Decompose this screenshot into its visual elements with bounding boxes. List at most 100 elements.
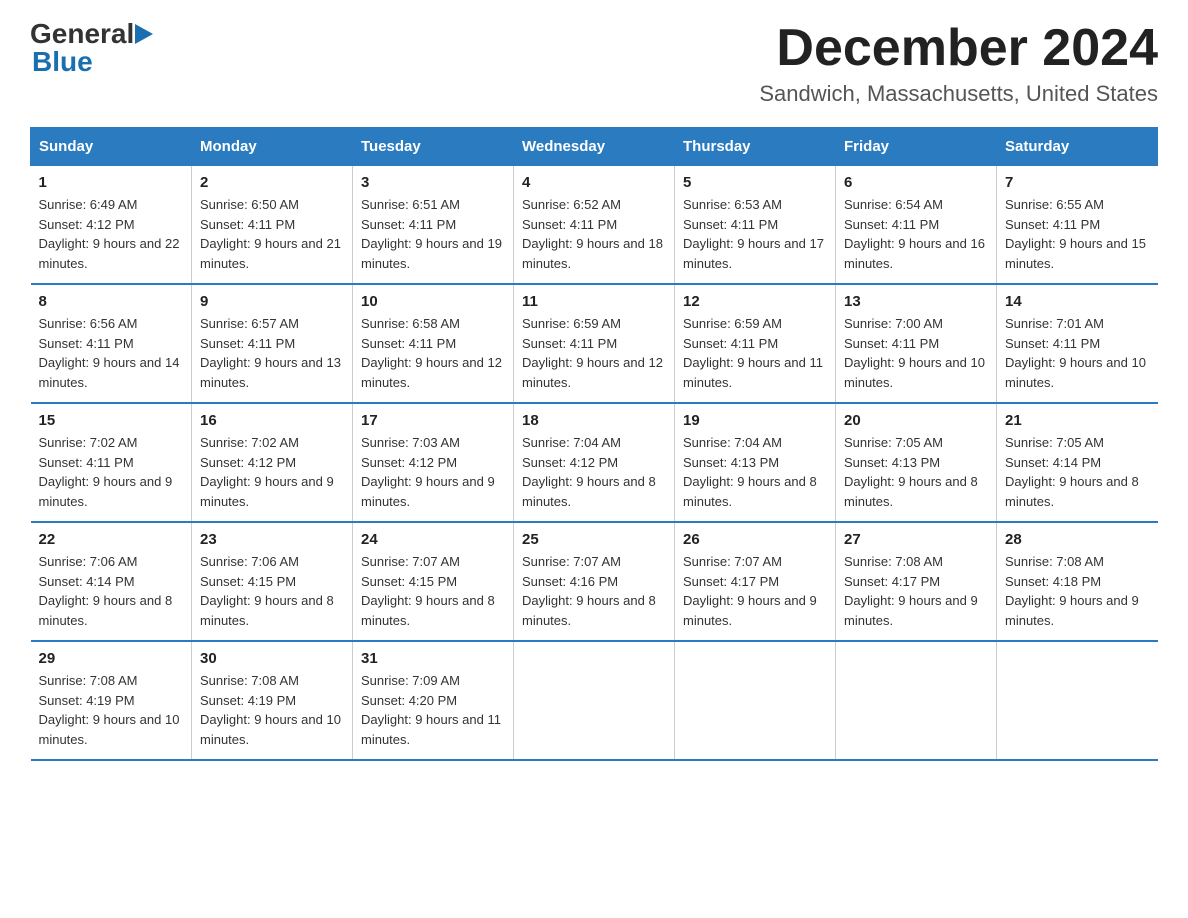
page-header: General Blue December 2024 Sandwich, Mas…	[30, 20, 1158, 107]
day-number: 9	[200, 293, 344, 310]
col-tuesday: Tuesday	[353, 128, 514, 166]
table-row: 10 Sunrise: 6:58 AM Sunset: 4:11 PM Dayl…	[353, 284, 514, 403]
day-info: Sunrise: 6:52 AM Sunset: 4:11 PM Dayligh…	[522, 195, 666, 273]
table-row: 25 Sunrise: 7:07 AM Sunset: 4:16 PM Dayl…	[514, 522, 675, 641]
col-friday: Friday	[836, 128, 997, 166]
day-number: 19	[683, 412, 827, 429]
table-row: 12 Sunrise: 6:59 AM Sunset: 4:11 PM Dayl…	[675, 284, 836, 403]
day-info: Sunrise: 7:09 AM Sunset: 4:20 PM Dayligh…	[361, 671, 505, 749]
col-wednesday: Wednesday	[514, 128, 675, 166]
day-info: Sunrise: 7:05 AM Sunset: 4:14 PM Dayligh…	[1005, 433, 1150, 511]
table-row	[675, 641, 836, 760]
day-number: 28	[1005, 531, 1150, 548]
table-row: 20 Sunrise: 7:05 AM Sunset: 4:13 PM Dayl…	[836, 403, 997, 522]
table-row: 22 Sunrise: 7:06 AM Sunset: 4:14 PM Dayl…	[31, 522, 192, 641]
day-number: 2	[200, 174, 344, 191]
calendar-table: Sunday Monday Tuesday Wednesday Thursday…	[30, 127, 1158, 761]
day-info: Sunrise: 6:50 AM Sunset: 4:11 PM Dayligh…	[200, 195, 344, 273]
day-info: Sunrise: 6:51 AM Sunset: 4:11 PM Dayligh…	[361, 195, 505, 273]
day-info: Sunrise: 7:04 AM Sunset: 4:13 PM Dayligh…	[683, 433, 827, 511]
day-number: 25	[522, 531, 666, 548]
day-number: 29	[39, 650, 184, 667]
day-info: Sunrise: 6:58 AM Sunset: 4:11 PM Dayligh…	[361, 314, 505, 392]
day-info: Sunrise: 7:05 AM Sunset: 4:13 PM Dayligh…	[844, 433, 988, 511]
day-info: Sunrise: 6:57 AM Sunset: 4:11 PM Dayligh…	[200, 314, 344, 392]
day-number: 27	[844, 531, 988, 548]
table-row: 26 Sunrise: 7:07 AM Sunset: 4:17 PM Dayl…	[675, 522, 836, 641]
calendar-week-row: 22 Sunrise: 7:06 AM Sunset: 4:14 PM Dayl…	[31, 522, 1158, 641]
day-info: Sunrise: 6:56 AM Sunset: 4:11 PM Dayligh…	[39, 314, 184, 392]
table-row: 8 Sunrise: 6:56 AM Sunset: 4:11 PM Dayli…	[31, 284, 192, 403]
day-info: Sunrise: 7:03 AM Sunset: 4:12 PM Dayligh…	[361, 433, 505, 511]
table-row: 5 Sunrise: 6:53 AM Sunset: 4:11 PM Dayli…	[675, 166, 836, 285]
day-number: 1	[39, 174, 184, 191]
calendar-header-row: Sunday Monday Tuesday Wednesday Thursday…	[31, 128, 1158, 166]
table-row: 11 Sunrise: 6:59 AM Sunset: 4:11 PM Dayl…	[514, 284, 675, 403]
day-number: 11	[522, 293, 666, 310]
day-info: Sunrise: 6:49 AM Sunset: 4:12 PM Dayligh…	[39, 195, 184, 273]
day-number: 10	[361, 293, 505, 310]
day-number: 13	[844, 293, 988, 310]
day-number: 15	[39, 412, 184, 429]
day-number: 12	[683, 293, 827, 310]
table-row: 3 Sunrise: 6:51 AM Sunset: 4:11 PM Dayli…	[353, 166, 514, 285]
table-row: 15 Sunrise: 7:02 AM Sunset: 4:11 PM Dayl…	[31, 403, 192, 522]
day-number: 5	[683, 174, 827, 191]
day-number: 17	[361, 412, 505, 429]
day-info: Sunrise: 7:07 AM Sunset: 4:17 PM Dayligh…	[683, 552, 827, 630]
day-info: Sunrise: 7:07 AM Sunset: 4:15 PM Dayligh…	[361, 552, 505, 630]
table-row: 6 Sunrise: 6:54 AM Sunset: 4:11 PM Dayli…	[836, 166, 997, 285]
table-row: 4 Sunrise: 6:52 AM Sunset: 4:11 PM Dayli…	[514, 166, 675, 285]
title-block: December 2024 Sandwich, Massachusetts, U…	[759, 20, 1158, 107]
day-info: Sunrise: 7:02 AM Sunset: 4:12 PM Dayligh…	[200, 433, 344, 511]
day-number: 4	[522, 174, 666, 191]
col-thursday: Thursday	[675, 128, 836, 166]
day-info: Sunrise: 7:07 AM Sunset: 4:16 PM Dayligh…	[522, 552, 666, 630]
table-row: 30 Sunrise: 7:08 AM Sunset: 4:19 PM Dayl…	[192, 641, 353, 760]
table-row: 21 Sunrise: 7:05 AM Sunset: 4:14 PM Dayl…	[997, 403, 1158, 522]
table-row: 16 Sunrise: 7:02 AM Sunset: 4:12 PM Dayl…	[192, 403, 353, 522]
table-row: 28 Sunrise: 7:08 AM Sunset: 4:18 PM Dayl…	[997, 522, 1158, 641]
table-row: 27 Sunrise: 7:08 AM Sunset: 4:17 PM Dayl…	[836, 522, 997, 641]
day-info: Sunrise: 7:02 AM Sunset: 4:11 PM Dayligh…	[39, 433, 184, 511]
day-info: Sunrise: 7:08 AM Sunset: 4:17 PM Dayligh…	[844, 552, 988, 630]
day-info: Sunrise: 7:01 AM Sunset: 4:11 PM Dayligh…	[1005, 314, 1150, 392]
table-row: 13 Sunrise: 7:00 AM Sunset: 4:11 PM Dayl…	[836, 284, 997, 403]
calendar-week-row: 8 Sunrise: 6:56 AM Sunset: 4:11 PM Dayli…	[31, 284, 1158, 403]
day-info: Sunrise: 7:04 AM Sunset: 4:12 PM Dayligh…	[522, 433, 666, 511]
day-info: Sunrise: 6:59 AM Sunset: 4:11 PM Dayligh…	[522, 314, 666, 392]
day-number: 8	[39, 293, 184, 310]
table-row: 2 Sunrise: 6:50 AM Sunset: 4:11 PM Dayli…	[192, 166, 353, 285]
day-info: Sunrise: 6:54 AM Sunset: 4:11 PM Dayligh…	[844, 195, 988, 273]
table-row: 14 Sunrise: 7:01 AM Sunset: 4:11 PM Dayl…	[997, 284, 1158, 403]
location-subtitle: Sandwich, Massachusetts, United States	[759, 81, 1158, 107]
day-number: 18	[522, 412, 666, 429]
logo-blue-text: Blue	[32, 48, 153, 76]
day-info: Sunrise: 6:59 AM Sunset: 4:11 PM Dayligh…	[683, 314, 827, 392]
day-number: 22	[39, 531, 184, 548]
calendar-week-row: 15 Sunrise: 7:02 AM Sunset: 4:11 PM Dayl…	[31, 403, 1158, 522]
table-row: 23 Sunrise: 7:06 AM Sunset: 4:15 PM Dayl…	[192, 522, 353, 641]
table-row	[997, 641, 1158, 760]
table-row	[836, 641, 997, 760]
day-info: Sunrise: 7:08 AM Sunset: 4:19 PM Dayligh…	[200, 671, 344, 749]
table-row: 31 Sunrise: 7:09 AM Sunset: 4:20 PM Dayl…	[353, 641, 514, 760]
col-saturday: Saturday	[997, 128, 1158, 166]
col-sunday: Sunday	[31, 128, 192, 166]
day-info: Sunrise: 6:53 AM Sunset: 4:11 PM Dayligh…	[683, 195, 827, 273]
day-info: Sunrise: 6:55 AM Sunset: 4:11 PM Dayligh…	[1005, 195, 1150, 273]
day-number: 21	[1005, 412, 1150, 429]
col-monday: Monday	[192, 128, 353, 166]
day-number: 31	[361, 650, 505, 667]
day-number: 20	[844, 412, 988, 429]
calendar-week-row: 29 Sunrise: 7:08 AM Sunset: 4:19 PM Dayl…	[31, 641, 1158, 760]
day-number: 16	[200, 412, 344, 429]
day-number: 23	[200, 531, 344, 548]
table-row	[514, 641, 675, 760]
day-number: 30	[200, 650, 344, 667]
day-number: 6	[844, 174, 988, 191]
day-info: Sunrise: 7:08 AM Sunset: 4:18 PM Dayligh…	[1005, 552, 1150, 630]
table-row: 29 Sunrise: 7:08 AM Sunset: 4:19 PM Dayl…	[31, 641, 192, 760]
day-info: Sunrise: 7:06 AM Sunset: 4:14 PM Dayligh…	[39, 552, 184, 630]
day-info: Sunrise: 7:06 AM Sunset: 4:15 PM Dayligh…	[200, 552, 344, 630]
